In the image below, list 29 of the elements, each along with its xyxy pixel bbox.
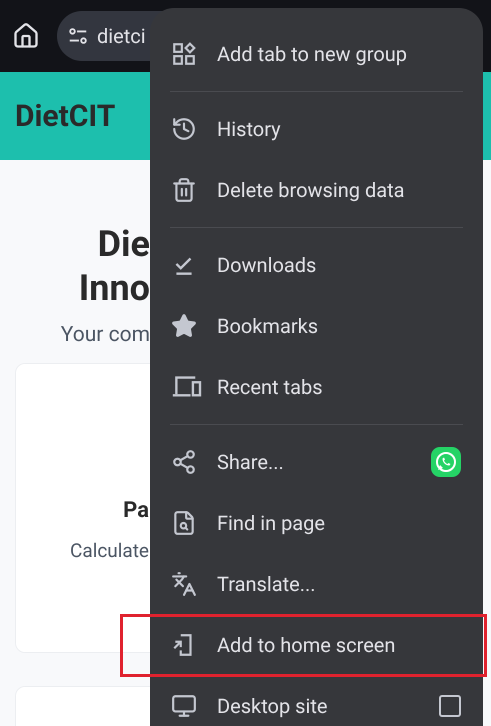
url-text: dietci [97, 23, 146, 50]
history-icon [171, 116, 197, 142]
menu-item[interactable]: Translate... [217, 568, 316, 598]
page-subtitle: Your com [60, 322, 150, 349]
tab-group-icon [171, 40, 197, 66]
page-heading: Inno [78, 266, 150, 310]
trash-icon [171, 176, 197, 202]
devices-icon [171, 374, 203, 400]
star-icon [171, 312, 197, 338]
menu-item[interactable]: Add to home screen [217, 630, 396, 660]
desktop-icon [171, 692, 197, 718]
checkbox[interactable] [439, 694, 461, 716]
card-title: Pa [123, 497, 149, 525]
page-heading: Die [98, 222, 150, 266]
menu-item[interactable]: Find in page [217, 508, 326, 538]
menu-item[interactable]: Recent tabs [217, 372, 323, 402]
menu-item[interactable]: Delete browsing data [217, 174, 405, 204]
share-icon [171, 448, 197, 474]
site-title: DietCIT [15, 98, 116, 136]
chat-app-icon[interactable] [431, 446, 461, 476]
menu-item[interactable]: Share... [217, 446, 284, 476]
home-icon[interactable] [12, 22, 40, 50]
menu-item[interactable]: Downloads [217, 250, 316, 280]
card-text: Calculate [70, 538, 149, 564]
menu-item[interactable]: Add tab to new group [217, 38, 408, 68]
menu-item[interactable]: Bookmarks [217, 310, 318, 340]
menu-item[interactable]: History [217, 114, 281, 144]
translate-icon [171, 570, 197, 596]
menu-item[interactable]: Desktop site [217, 690, 328, 720]
